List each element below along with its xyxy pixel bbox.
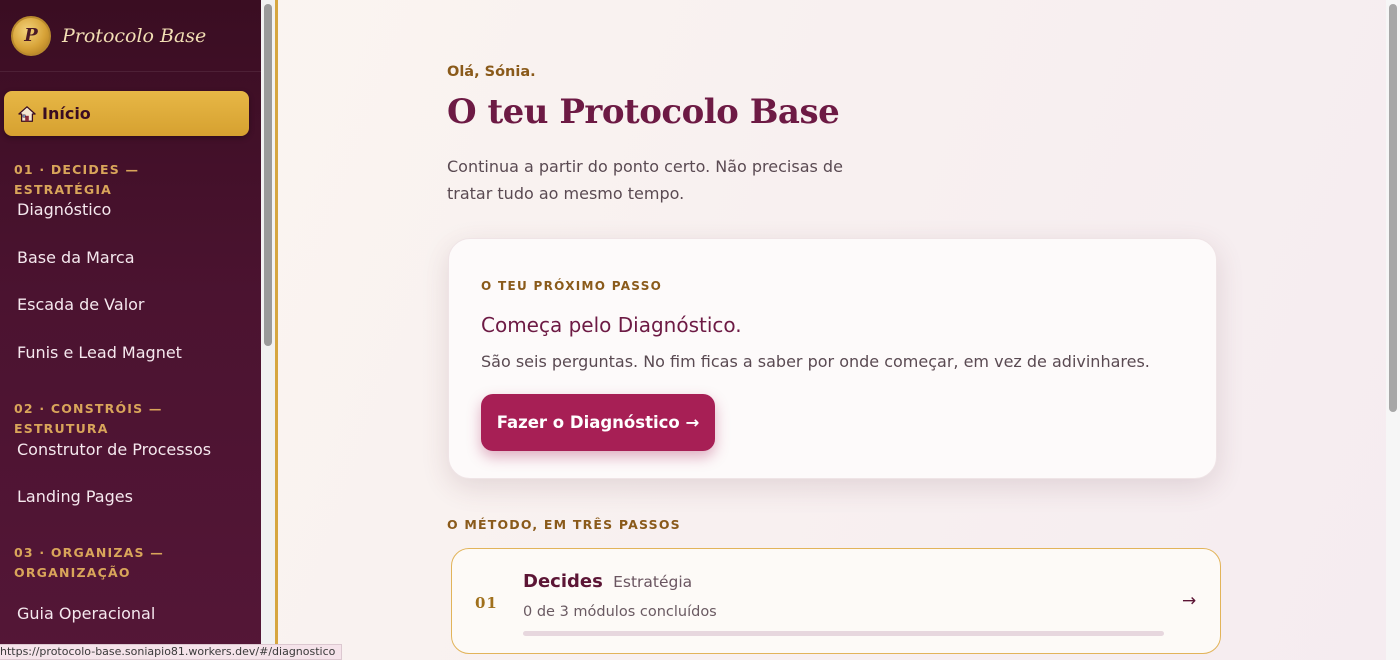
next-step-text: São seis perguntas. No fim ficas a saber…	[481, 352, 1150, 371]
sidebar-item-landing-pages[interactable]: Landing Pages	[17, 486, 133, 508]
sidebar-divider	[275, 0, 278, 660]
next-step-eyebrow: O TEU PRÓXIMO PASSO	[481, 279, 663, 293]
method-label: O MÉTODO, EM TRÊS PASSOS	[447, 517, 681, 532]
step-progress-text: 0 de 3 módulos concluídos	[523, 604, 717, 620]
sidebar-item-inicio[interactable]: Início	[4, 91, 249, 136]
brand-name: Protocolo Base	[62, 24, 207, 47]
sidebar-section-constrois: 02 · CONSTRÓIS — ESTRUTURA	[14, 401, 163, 436]
sidebar: P Protocolo Base Início 01 · DECIDES — E…	[0, 0, 261, 660]
page-scrollbar-thumb[interactable]	[1389, 4, 1397, 412]
sidebar-section-decides: 01 · DECIDES — ESTRATÉGIA	[14, 162, 140, 197]
sidebar-item-guia-operacional[interactable]: Guia Operacional	[17, 603, 155, 625]
brand[interactable]: P Protocolo Base	[0, 0, 261, 72]
status-url: https://protocolo-base.soniapio81.worker…	[0, 644, 343, 660]
sidebar-item-escada-de-valor[interactable]: Escada de Valor	[17, 294, 145, 316]
page-title: O teu Protocolo Base	[447, 92, 840, 132]
step-subtitle: Estratégia	[613, 573, 693, 591]
next-step-card: O TEU PRÓXIMO PASSO Começa pelo Diagnóst…	[448, 238, 1217, 479]
sidebar-item-funis-lead-magnet[interactable]: Funis e Lead Magnet	[17, 342, 182, 364]
next-step-title: Começa pelo Diagnóstico.	[481, 313, 742, 337]
start-diagnostic-button[interactable]: Fazer o Diagnóstico →	[481, 394, 715, 451]
method-step-card[interactable]: 01 Decides Estratégia 0 de 3 módulos con…	[451, 548, 1221, 654]
sidebar-item-construtor-processos[interactable]: Construtor de Processos	[17, 439, 211, 461]
step-progress-bar	[523, 631, 1164, 636]
sidebar-scrollbar-thumb[interactable]	[264, 4, 272, 346]
brand-logo: P	[11, 15, 51, 56]
step-title-text: Decides	[523, 571, 603, 592]
step-title: Decides Estratégia	[523, 571, 692, 592]
sidebar-item-diagnostico[interactable]: Diagnóstico	[17, 199, 111, 221]
sidebar-section-organizas: 03 · ORGANIZAS — ORGANIZAÇÃO	[14, 545, 164, 580]
step-number: 01	[475, 594, 498, 612]
sidebar-item-base-da-marca[interactable]: Base da Marca	[17, 247, 135, 269]
arrow-right-icon[interactable]: →	[1182, 591, 1196, 611]
sidebar-item-label: Início	[42, 104, 91, 123]
home-icon	[18, 105, 36, 122]
intro-text: Continua a partir do ponto certo. Não pr…	[447, 157, 843, 203]
greeting: Olá, Sónia.	[447, 64, 536, 80]
